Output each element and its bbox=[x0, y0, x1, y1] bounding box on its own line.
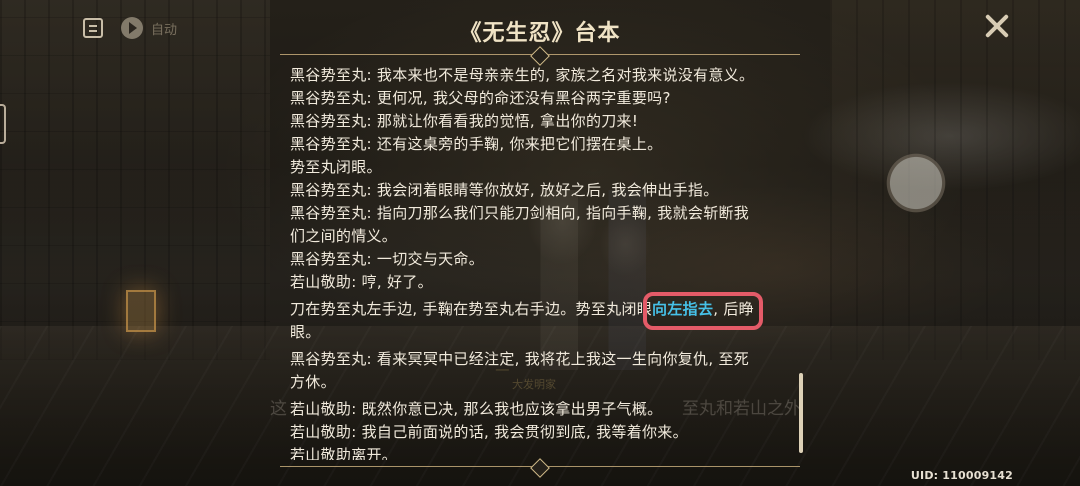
script-line: 若山敬助离开。 bbox=[290, 446, 398, 460]
script-line: 黑谷势至丸: 那就让你看看我的觉悟, 拿出你的刀来! bbox=[290, 112, 639, 130]
script-line-before-highlight: 刀在势至丸左手边, 手鞠在势至丸右手边。势至丸闭眼 bbox=[290, 300, 653, 318]
script-line: 黑谷势至丸: 我本来也不是母亲亲生的, 家族之名对我来说没有意义。 bbox=[290, 66, 755, 84]
game-screen: ㅡ 大发明家 这 至丸和若山之外 自动 《无生忍》台本 黑谷势至丸: 我本来也不… bbox=[0, 0, 1080, 486]
script-line: 方休。 bbox=[290, 373, 336, 391]
close-icon[interactable] bbox=[984, 13, 1010, 39]
drum-icon bbox=[878, 145, 954, 221]
script-line: 势至丸闭眼。 bbox=[290, 158, 382, 176]
script-text-panel[interactable]: 黑谷势至丸: 我本来也不是母亲亲生的, 家族之名对我来说没有意义。 黑谷势至丸:… bbox=[280, 60, 800, 460]
script-line: 黑谷势至丸: 我会闭着眼睛等你放好, 放好之后, 我会伸出手指。 bbox=[290, 181, 719, 199]
script-line: 们之间的情义。 bbox=[290, 227, 398, 245]
script-line: 黑谷势至丸: 更何况, 我父母的命还没有黑谷两字重要吗? bbox=[290, 89, 671, 107]
uid-label: UID: 110009142 bbox=[910, 469, 1013, 482]
script-line: 黑谷势至丸: 还有这桌旁的手鞠, 你来把它们摆在桌上。 bbox=[290, 135, 663, 153]
script-line: 黑谷势至丸: 看来冥冥中已经注定, 我将花上我这一生向你复仇, 至死 bbox=[290, 350, 750, 368]
paper-lantern-icon bbox=[126, 290, 156, 332]
title-area: 《无生忍》台本 bbox=[0, 15, 1080, 47]
highlight-callout bbox=[643, 292, 763, 330]
page-title: 《无生忍》台本 bbox=[459, 21, 621, 46]
script-line: 若山敬助: 既然你意已决, 那么我也应该拿出男子气概。 bbox=[290, 400, 663, 418]
script-line: 黑谷势至丸: 指向刀那么我们只能刀剑相向, 指向手鞠, 我就会斩断我 bbox=[290, 204, 750, 222]
left-side-tab[interactable] bbox=[0, 104, 6, 144]
script-scrollbar[interactable] bbox=[799, 373, 803, 453]
script-line: 若山敬助: 哼, 好了。 bbox=[290, 273, 433, 291]
script-line: 黑谷势至丸: 一切交与天命。 bbox=[290, 250, 485, 268]
script-line: 若山敬助: 我自己前面说的话, 我会贯彻到底, 我等着你来。 bbox=[290, 423, 688, 441]
background-wall-right bbox=[830, 0, 1080, 360]
